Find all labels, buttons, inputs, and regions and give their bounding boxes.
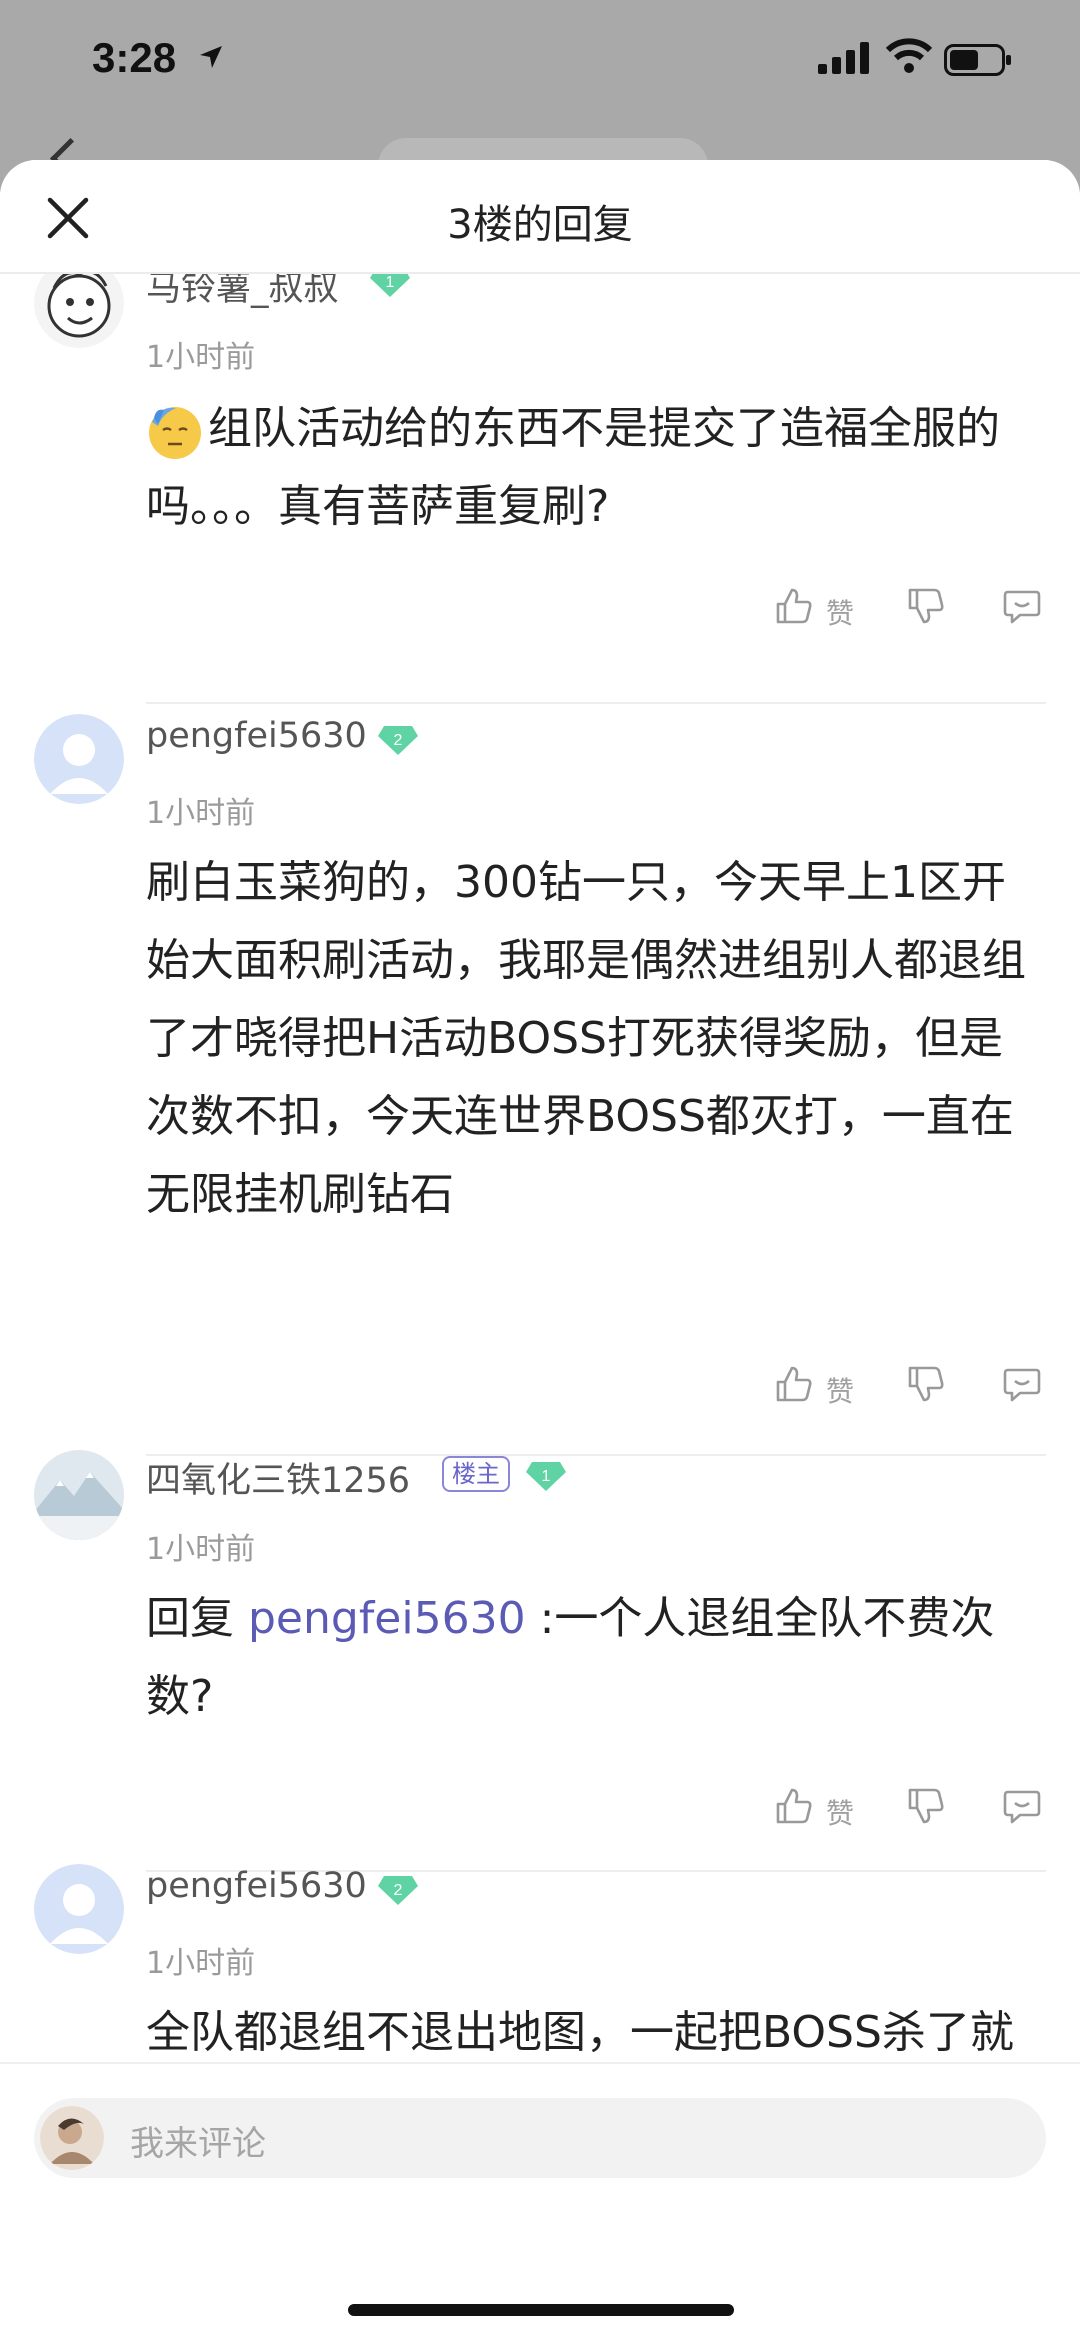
thumbs-up-icon[interactable] [774,1786,814,1826]
level-badge-icon: 1 [526,1462,566,1491]
like-label[interactable]: 赞 [826,1370,854,1410]
wifi-icon [886,38,932,73]
comment-time: 1小时前 [146,1946,256,1981]
avatar[interactable] [34,272,124,348]
level-number: 2 [394,732,403,749]
comment-actions: 赞 [0,586,1080,646]
level-badge-icon: 2 [378,726,418,755]
level-number: 1 [386,274,395,291]
level-badge-icon: 2 [378,1876,418,1905]
username[interactable]: pengfei5630 [146,716,367,756]
comment-input-bar: 我来评论 [0,2062,1080,2338]
comment-text: 刷白玉菜狗的，300钻一只，今天早上1区开始大面积刷活动，我耶是偶然进组别人都退… [146,857,1026,1220]
sheet-header: 3楼的回复 [0,160,1080,274]
comment-time: 1小时前 [146,340,256,375]
comment-placeholder: 我来评论 [130,2124,266,2164]
mention-link[interactable]: pengfei5630 [248,1593,526,1644]
home-indicator [348,2304,734,2316]
level-number: 1 [542,1468,551,1485]
username[interactable]: pengfei5630 [146,1866,367,1906]
owner-tag: 楼主 [442,1456,510,1492]
comment-actions: 赞 [0,1364,1080,1424]
location-arrow-icon [200,46,222,68]
comment-reply-icon[interactable] [1002,1786,1042,1826]
comment-time: 1小时前 [146,796,256,831]
status-bar: 3:28 [0,0,1080,120]
user-avatar [40,2106,104,2170]
avatar[interactable] [34,714,124,804]
status-time: 3:28 [92,34,177,81]
comment-text: 组队活动给的东西不是提交了造福全服的吗。。。真有菩萨重复刷? [146,403,1000,532]
username[interactable]: 马铃薯_叔叔 [146,272,339,311]
avatar[interactable] [34,1864,124,1954]
reply-prefix: 回复 [146,1593,248,1644]
thumbs-down-icon[interactable] [906,586,946,626]
comment-text: 回复 pengfei5630 :一个人退组全队不费次数? [146,1580,1046,1736]
like-label[interactable]: 赞 [826,1792,854,1832]
sheet-title: 3楼的回复 [447,202,633,248]
comment-input[interactable]: 我来评论 [34,2098,1046,2178]
level-number: 2 [394,1882,403,1899]
thumbs-up-icon[interactable] [774,586,814,626]
thumbs-up-icon[interactable] [774,1364,814,1404]
thumbs-down-icon[interactable] [906,1786,946,1826]
thumbs-down-icon[interactable] [906,1364,946,1404]
comment-reply-icon[interactable] [1002,586,1042,626]
level-badge-icon: 1 [370,272,410,297]
avatar[interactable] [34,1450,124,1540]
comment-reply-icon[interactable] [1002,1364,1042,1404]
comment-time: 1小时前 [146,1532,256,1567]
divider [146,702,1046,704]
like-label[interactable]: 赞 [826,592,854,632]
username[interactable]: 四氧化三铁1256 [146,1452,410,1503]
cellular-signal-icon [818,42,869,74]
reply-sheet: 3楼的回复 马铃薯_叔叔 1 1小时前 组队活动给的东西不是提交了造福全服的吗。… [0,160,1080,2336]
comment-actions: 赞 [0,1786,1080,1846]
battery-icon [944,44,1011,76]
comment-list[interactable]: 马铃薯_叔叔 1 1小时前 组队活动给的东西不是提交了造福全服的吗。。。真有菩萨… [0,272,1080,2222]
